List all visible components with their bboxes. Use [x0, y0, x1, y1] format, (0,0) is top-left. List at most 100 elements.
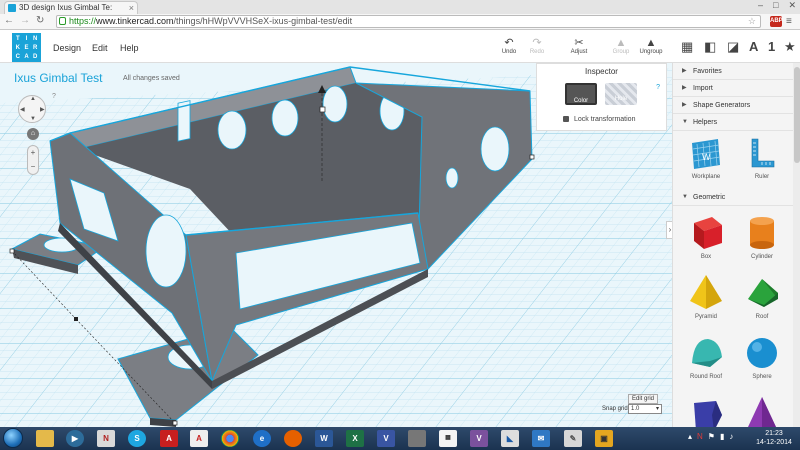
workplane-viewport[interactable]: Ixus Gimbal Test All changes saved ▲ ▼ ◀…	[0, 63, 672, 427]
bookmark-star-icon[interactable]: ☆	[748, 16, 756, 27]
shape-pyramid[interactable]: Pyramid	[679, 271, 733, 320]
notes-taskbar-icon[interactable]: N	[97, 430, 115, 447]
roof-shape-icon	[748, 279, 778, 307]
shape-polygon[interactable]	[679, 393, 733, 427]
section-shape-generators[interactable]: ▶ Shape Generators	[673, 97, 800, 114]
firefox-taskbar-icon[interactable]	[284, 430, 302, 447]
box-view-icon[interactable]: ◧	[704, 39, 716, 55]
sidebar-scroll-thumb[interactable]	[794, 67, 800, 163]
section-import-label: Import	[693, 85, 713, 92]
menu-help[interactable]: Help	[120, 43, 139, 53]
shape-round-roof[interactable]: Round Roof	[679, 331, 733, 380]
taskbar-clock[interactable]: 21:23 14-12-2014	[752, 429, 796, 447]
acrobat-taskbar-icon[interactable]: A	[160, 430, 178, 447]
ftp-taskbar-icon[interactable]: ▣	[595, 430, 613, 447]
network-tray-icon[interactable]: ▮	[720, 432, 724, 441]
inspector-help-icon[interactable]: ?	[656, 84, 660, 91]
section-geometric[interactable]: ▼ Geometric	[673, 189, 800, 206]
adblock-extension-icon[interactable]: ABP	[770, 16, 783, 27]
edit-grid-button[interactable]: Edit grid	[628, 394, 659, 404]
text-view-icon[interactable]: A	[749, 39, 758, 54]
back-icon[interactable]: ←	[4, 15, 14, 26]
zoom-in-icon[interactable]: +	[28, 146, 38, 160]
shape-cone[interactable]	[735, 393, 789, 427]
orbit-down-icon[interactable]: ▼	[30, 116, 36, 122]
chrome-menu-icon[interactable]: ≡	[786, 16, 792, 27]
minimize-icon[interactable]: –	[758, 0, 763, 14]
shape-roof[interactable]: Roof	[735, 271, 789, 320]
close-window-icon[interactable]: ✕	[788, 0, 796, 14]
calendar-taskbar-icon[interactable]: ▦	[439, 430, 457, 447]
viber-taskbar-icon[interactable]: V	[470, 430, 488, 447]
shape-sphere[interactable]: Sphere	[735, 331, 789, 380]
hole-swatch-button[interactable]: Hole	[605, 83, 637, 105]
ungroup-button[interactable]: ▲ Ungroup	[636, 37, 666, 55]
menu-edit[interactable]: Edit	[92, 43, 108, 53]
internet-explorer-taskbar-icon[interactable]: e	[253, 430, 271, 447]
group-icon: ▲	[615, 37, 627, 49]
chrome-taskbar-icon[interactable]	[221, 430, 239, 447]
ungroup-label: Ungroup	[639, 49, 663, 55]
adjust-button[interactable]: ✂ Adjust	[564, 37, 594, 55]
remote-taskbar-icon[interactable]: ◣	[501, 430, 519, 447]
word-taskbar-icon[interactable]: W	[315, 430, 333, 447]
paint-taskbar-icon[interactable]: ✎	[564, 430, 582, 447]
zoom-out-icon[interactable]: −	[28, 160, 38, 174]
undo-button[interactable]: ↶ Undo	[494, 37, 524, 55]
start-button[interactable]	[3, 428, 23, 448]
mail-taskbar-icon[interactable]: ✉	[532, 430, 550, 447]
volume-tray-icon[interactable]: ♪	[729, 432, 733, 441]
hexagonal-prism-shape-icon	[694, 401, 722, 427]
url-input[interactable]: https://www.tinkercad.com/things/hHWpVVV…	[56, 15, 761, 28]
favorite-view-icon[interactable]: ★	[784, 39, 796, 55]
inspector-panel: Inspector Color Hole ? Lock transformati…	[536, 63, 667, 131]
section-favorites[interactable]: ▶ Favorites	[673, 63, 800, 80]
menu-design[interactable]: Design	[53, 43, 81, 53]
view-help-icon[interactable]: ?	[52, 93, 56, 100]
undo-label: Undo	[501, 49, 517, 55]
shape-box[interactable]: Box	[679, 211, 733, 260]
color-swatch-button[interactable]: Color	[565, 83, 597, 105]
skype-taskbar-icon[interactable]: S	[128, 430, 146, 447]
orbit-up-icon[interactable]: ▲	[30, 96, 36, 102]
antivirus-tray-icon[interactable]: N	[697, 432, 703, 441]
orbit-control[interactable]: ▲ ▼ ◀ ▶	[18, 95, 46, 123]
notification-tray-icon[interactable]: ▴	[688, 432, 692, 441]
browser-tab[interactable]: 3D design Ixus Gimbal Te: ×	[4, 1, 138, 14]
excel-taskbar-icon[interactable]: X	[346, 430, 364, 447]
shape-label: Sphere	[752, 374, 772, 380]
design-title[interactable]: Ixus Gimbal Test	[14, 71, 102, 85]
redo-button[interactable]: ↷ Redo	[522, 37, 552, 55]
flag-tray-icon[interactable]: ⚑	[708, 432, 715, 441]
number-view-icon[interactable]: 1	[768, 39, 775, 54]
media-player-taskbar-icon[interactable]: ▶	[66, 430, 84, 447]
reload-icon[interactable]: ↻	[36, 15, 44, 26]
bricks-view-icon[interactable]: ◪	[727, 39, 739, 55]
orbit-left-icon[interactable]: ◀	[20, 106, 25, 113]
group-label: Group	[612, 49, 630, 55]
shape-cylinder[interactable]: Cylinder	[735, 211, 789, 260]
tool-taskbar-icon[interactable]	[408, 430, 426, 447]
snap-grid-select[interactable]: 1.0 ▾	[628, 404, 662, 414]
tinkercad-logo[interactable]: TIN KER CAD	[12, 33, 41, 62]
maximize-icon[interactable]: □	[773, 0, 778, 14]
grid-view-icon[interactable]: ▦	[681, 39, 693, 55]
acrobat-reader-taskbar-icon[interactable]: A	[190, 430, 208, 447]
lock-transformation-toggle[interactable]: Lock transformation	[563, 116, 635, 123]
helper-ruler[interactable]: Ruler	[735, 135, 789, 180]
group-button[interactable]: ▲ Group	[606, 37, 636, 55]
tinkercad-favicon-icon	[8, 4, 16, 12]
section-helpers[interactable]: ▼ Helpers	[673, 114, 800, 131]
helper-workplane[interactable]: W Workplane	[679, 135, 733, 180]
orbit-right-icon[interactable]: ▶	[40, 106, 45, 113]
visio-taskbar-icon[interactable]: V	[377, 430, 395, 447]
section-import[interactable]: ▶ Import	[673, 80, 800, 97]
workplane-icon: W	[692, 139, 721, 169]
tab-close-icon[interactable]: ×	[129, 2, 134, 14]
forward-icon[interactable]: →	[20, 15, 30, 26]
explorer-taskbar-icon[interactable]	[36, 430, 54, 447]
home-view-icon[interactable]: ⌂	[27, 128, 39, 140]
zoom-control[interactable]: + −	[27, 145, 39, 175]
collapse-arrow-icon: ▼	[682, 119, 688, 125]
helper-label: Workplane	[691, 174, 721, 180]
